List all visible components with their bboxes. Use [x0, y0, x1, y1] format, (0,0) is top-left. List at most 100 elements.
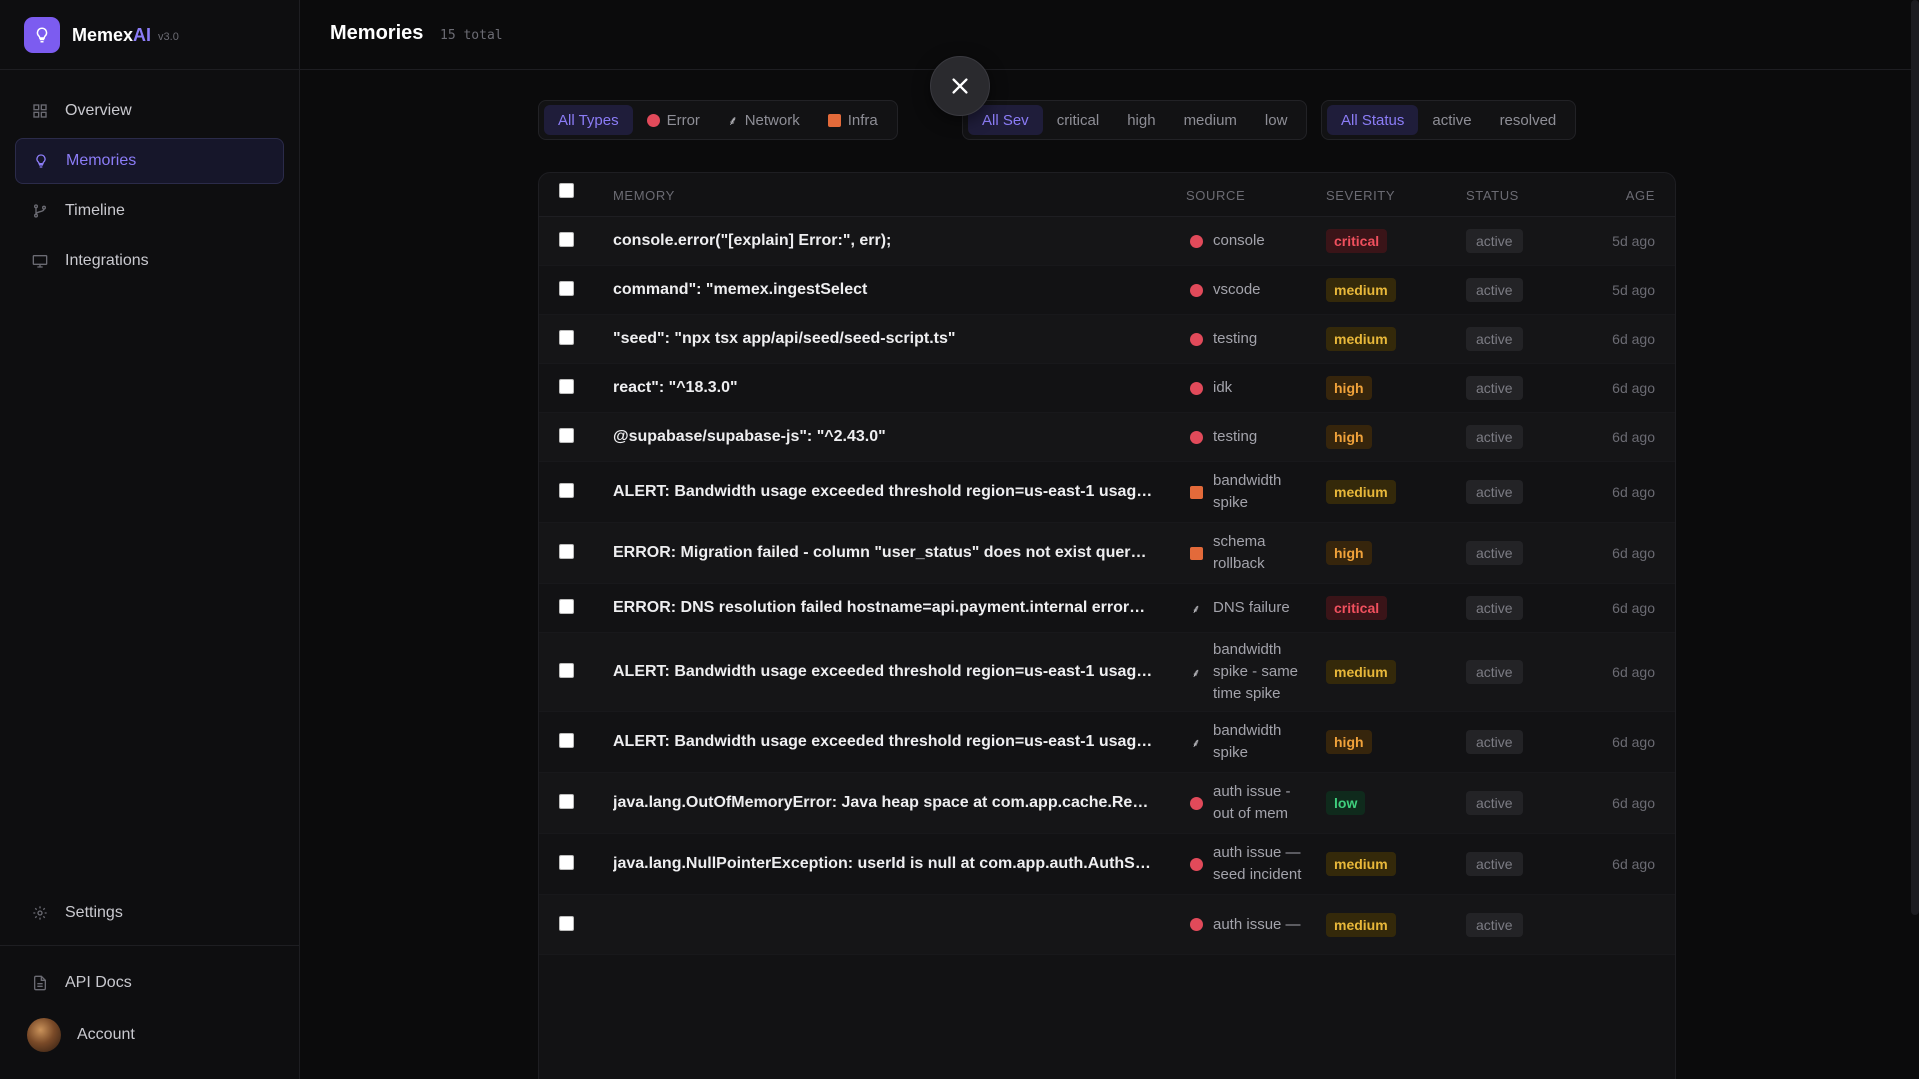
table-row[interactable]: "seed": "npx tsx app/api/seed/seed-scrip… [539, 315, 1675, 364]
table-row[interactable]: java.lang.OutOfMemoryError: Java heap sp… [539, 773, 1675, 834]
total-count: 15 total [440, 28, 503, 43]
sidebar-item-label: Settings [65, 904, 123, 921]
severity-badge: medium [1326, 278, 1396, 302]
memory-text: react": "^18.3.0" [613, 379, 738, 396]
age: 6d ago [1612, 484, 1655, 500]
table-row[interactable]: ERROR: DNS resolution failed hostname=ap… [539, 584, 1675, 633]
table-row[interactable]: ALERT: Bandwidth usage exceeded threshol… [539, 633, 1675, 712]
table-row[interactable]: ERROR: Migration failed - column "user_s… [539, 523, 1675, 584]
column-source[interactable]: SOURCE [1186, 188, 1245, 203]
row-checkbox[interactable] [559, 428, 574, 443]
source: console [1189, 230, 1313, 252]
sidebar-item-api-docs[interactable]: API Docs [15, 960, 284, 1006]
row-checkbox[interactable] [559, 599, 574, 614]
sidebar-item-integrations[interactable]: Integrations [15, 238, 284, 284]
memory-text: java.lang.NullPointerException: userId i… [613, 855, 1153, 872]
age: 5d ago [1612, 282, 1655, 298]
age: 6d ago [1612, 429, 1655, 445]
filter-critical[interactable]: critical [1043, 105, 1114, 135]
filter-high[interactable]: high [1113, 105, 1169, 135]
table-row[interactable]: auth issue — medium active [539, 895, 1675, 955]
network-icon: ⸙ [1191, 735, 1201, 750]
filter-network[interactable]: ⸙ Network [714, 105, 814, 135]
network-icon: ⸙ [1191, 665, 1201, 680]
select-all-checkbox[interactable] [559, 183, 574, 198]
sidebar-item-memories[interactable]: Memories [15, 138, 284, 184]
sidebar-item-timeline[interactable]: Timeline [15, 188, 284, 234]
filter-all-types[interactable]: All Types [544, 105, 633, 135]
status-badge: active [1466, 480, 1523, 504]
divider [0, 69, 300, 70]
status-badge: active [1466, 541, 1523, 565]
filter-active[interactable]: active [1418, 105, 1485, 135]
brand[interactable]: MemexAI v3.0 [24, 16, 179, 54]
row-checkbox[interactable] [559, 915, 574, 931]
severity-badge: critical [1326, 596, 1388, 620]
sidebar-item-overview[interactable]: Overview [15, 88, 284, 134]
table-row[interactable]: ALERT: Bandwidth usage exceeded threshol… [539, 462, 1675, 523]
sidebar-item-label: Overview [65, 102, 132, 119]
sidebar-item-label: Integrations [65, 252, 149, 269]
column-age[interactable]: AGE [1626, 188, 1655, 203]
error-dot-icon [1189, 283, 1203, 297]
error-dot-icon [1189, 796, 1203, 810]
row-checkbox[interactable] [559, 663, 574, 678]
row-checkbox[interactable] [559, 483, 574, 498]
sidebar-item-settings[interactable]: Settings [15, 890, 284, 936]
lightbulb-icon [32, 152, 50, 170]
row-checkbox[interactable] [559, 330, 574, 345]
scrollbar[interactable] [1911, 0, 1919, 915]
row-checkbox[interactable] [559, 379, 574, 394]
filter-all-status[interactable]: All Status [1327, 105, 1419, 135]
status-badge: active [1466, 327, 1523, 351]
grid-icon [31, 102, 49, 120]
source-text: auth issue — seed incident [1213, 844, 1302, 883]
column-memory[interactable]: MEMORY [613, 188, 675, 203]
row-checkbox[interactable] [559, 794, 574, 809]
table-header: MEMORY SOURCE SEVERITY STATUS AGE [539, 173, 1675, 217]
source: ⸙ bandwidth spike - same time spike [1189, 639, 1313, 705]
source: auth issue — seed incident [1189, 842, 1313, 886]
age: 6d ago [1612, 331, 1655, 347]
column-status[interactable]: STATUS [1466, 188, 1519, 203]
severity-filter: All Sev critical high medium low [962, 100, 1308, 140]
age: 6d ago [1612, 664, 1655, 680]
row-checkbox[interactable] [559, 281, 574, 296]
row-checkbox[interactable] [559, 733, 574, 748]
row-checkbox[interactable] [559, 232, 574, 247]
severity-badge: high [1326, 730, 1372, 754]
filter-low[interactable]: low [1251, 105, 1302, 135]
filter-error[interactable]: Error [633, 105, 714, 135]
table-row[interactable]: console.error("[explain] Error:", err); c… [539, 217, 1675, 266]
memory-text: ERROR: Migration failed - column "user_s… [613, 544, 1153, 561]
table-row[interactable]: react": "^18.3.0" idk high active 6d ago [539, 364, 1675, 413]
status-badge: active [1466, 229, 1523, 253]
row-checkbox[interactable] [559, 544, 574, 559]
source: auth issue - out of mem [1189, 781, 1313, 825]
page-header: Memories 15 total [300, 0, 1919, 70]
status-badge: active [1466, 852, 1523, 876]
sidebar-item-account[interactable]: Account [15, 1012, 284, 1058]
table-row[interactable]: command": "memex.ingestSelect vscode mediu… [539, 266, 1675, 315]
filter-resolved[interactable]: resolved [1486, 105, 1571, 135]
table-row[interactable]: ALERT: Bandwidth usage exceeded threshol… [539, 712, 1675, 773]
close-button[interactable] [930, 56, 990, 116]
infra-brick-icon [1189, 485, 1203, 499]
status-badge: active [1466, 730, 1523, 754]
filter-infra[interactable]: Infra [814, 105, 892, 135]
source-text: DNS failure [1213, 599, 1290, 616]
table-row[interactable]: @supabase/supabase-js": "^2.43.0" testing… [539, 413, 1675, 462]
column-severity[interactable]: SEVERITY [1326, 188, 1395, 203]
memories-table: MEMORY SOURCE SEVERITY STATUS AGE consol… [538, 172, 1676, 1079]
memory-text: console.error("[explain] Error:", err); [613, 232, 892, 249]
filter-all-sev[interactable]: All Sev [968, 105, 1043, 135]
row-checkbox[interactable] [559, 855, 574, 870]
table-row[interactable]: java.lang.NullPointerException: userId i… [539, 834, 1675, 895]
severity-badge: medium [1326, 660, 1396, 684]
lightbulb-logo-icon [24, 17, 60, 53]
source: schema rollback [1189, 531, 1313, 575]
sidebar-item-label: API Docs [65, 974, 132, 991]
filter-medium[interactable]: medium [1170, 105, 1251, 135]
error-dot-icon [1189, 234, 1203, 248]
source-text: schema rollback [1213, 533, 1266, 572]
